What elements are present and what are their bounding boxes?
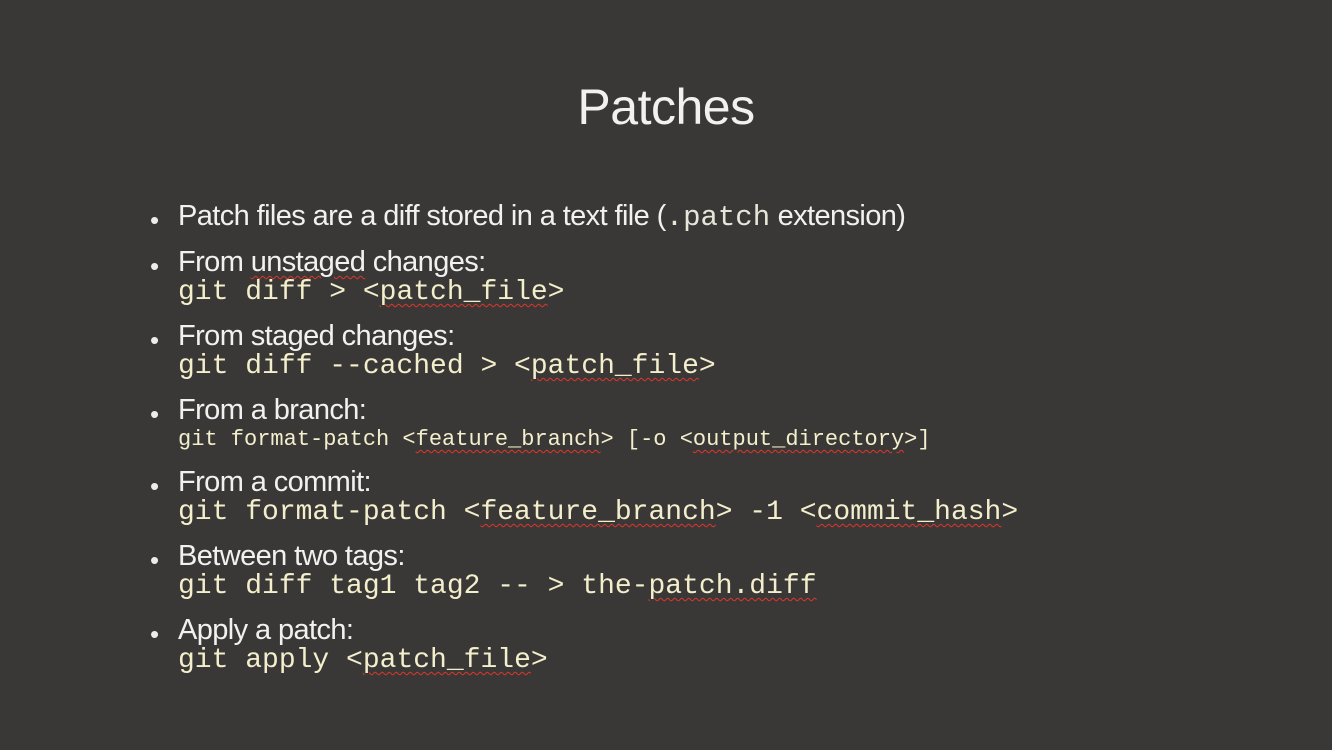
code-line: git apply <patch_file> (178, 646, 1310, 676)
spellcheck-word: unstaged (250, 246, 366, 278)
code-segment: >] (904, 427, 931, 452)
code-segment: git diff > < (178, 277, 380, 308)
bullet-label: From staged changes: (178, 320, 455, 352)
bullet-list: • Patch files are a diff stored in a tex… (150, 200, 1310, 688)
code-segment: git apply < (178, 645, 363, 676)
code-segment: > (1001, 497, 1019, 528)
spellcheck-word: patch_file (379, 277, 548, 308)
code-segment: git format-patch < (178, 427, 416, 452)
bullet-label: From a branch: (178, 394, 367, 426)
code-line: git format-patch <feature_branch> -1 <co… (178, 498, 1310, 528)
code-segment: > [-o < (600, 427, 693, 452)
bullet-dot-icon: • (150, 205, 160, 235)
bullet-item: • From a branch: git format-patch <featu… (150, 394, 1310, 454)
code-line: git diff tag1 tag2 -- > the-patch.diff (178, 572, 1310, 602)
inline-code: .patch (665, 201, 771, 234)
spellcheck-word: patch_file (530, 351, 699, 382)
code-segment: > (547, 277, 565, 308)
code-segment: > (530, 645, 548, 676)
code-segment: git diff tag1 tag2 -- > the- (178, 571, 649, 602)
spellcheck-word: output_directory (692, 427, 905, 452)
bullet-item: • Between two tags: git diff tag1 tag2 -… (150, 540, 1310, 602)
spellcheck-word: feature_branch (415, 427, 601, 452)
bullet-text-segment: changes: (365, 246, 487, 278)
code-line: git format-patch <feature_branch> [-o <o… (178, 426, 1310, 454)
spellcheck-word: patch_file (362, 645, 531, 676)
bullet-label: From unstaged changes: (178, 246, 1310, 278)
bullet-dot-icon: • (150, 399, 160, 429)
bullet-text-segment: extension) (770, 200, 906, 232)
code-line: git diff > <patch_file> (178, 278, 1310, 308)
bullet-item: • Apply a patch: git apply <patch_file> (150, 614, 1310, 676)
bullet-dot-icon: • (150, 325, 160, 355)
bullet-item: • From staged changes: git diff --cached… (150, 320, 1310, 382)
bullet-item: • Patch files are a diff stored in a tex… (150, 200, 1310, 235)
bullet-text: Patch files are a diff stored in a text … (178, 200, 1310, 234)
code-segment: git format-patch < (178, 497, 481, 528)
bullet-dot-icon: • (150, 251, 160, 281)
bullet-text-segment: From (178, 246, 251, 278)
bullet-text-segment: Patch files are a diff stored in a text … (178, 200, 666, 232)
code-segment: git diff --cached > < (178, 351, 531, 382)
bullet-dot-icon: • (150, 545, 160, 575)
bullet-item: • From unstaged changes: git diff > <pat… (150, 246, 1310, 308)
bullet-dot-icon: • (150, 619, 160, 649)
spellcheck-word: commit_hash (816, 497, 1002, 528)
spellcheck-word: patch.diff (648, 571, 817, 602)
slide: Patches • Patch files are a diff stored … (0, 0, 1332, 750)
code-line: git diff --cached > <patch_file> (178, 352, 1310, 382)
bullet-item: • From a commit: git format-patch <featu… (150, 466, 1310, 528)
slide-title: Patches (577, 79, 755, 135)
bullet-dot-icon: • (150, 471, 160, 501)
bullet-label: Between two tags: (178, 540, 405, 572)
spellcheck-word: feature_branch (480, 497, 716, 528)
bullet-label: From a commit: (178, 466, 372, 498)
bullet-label: Apply a patch: (178, 614, 354, 646)
code-segment: > (698, 351, 716, 382)
code-segment: > -1 < (715, 497, 817, 528)
